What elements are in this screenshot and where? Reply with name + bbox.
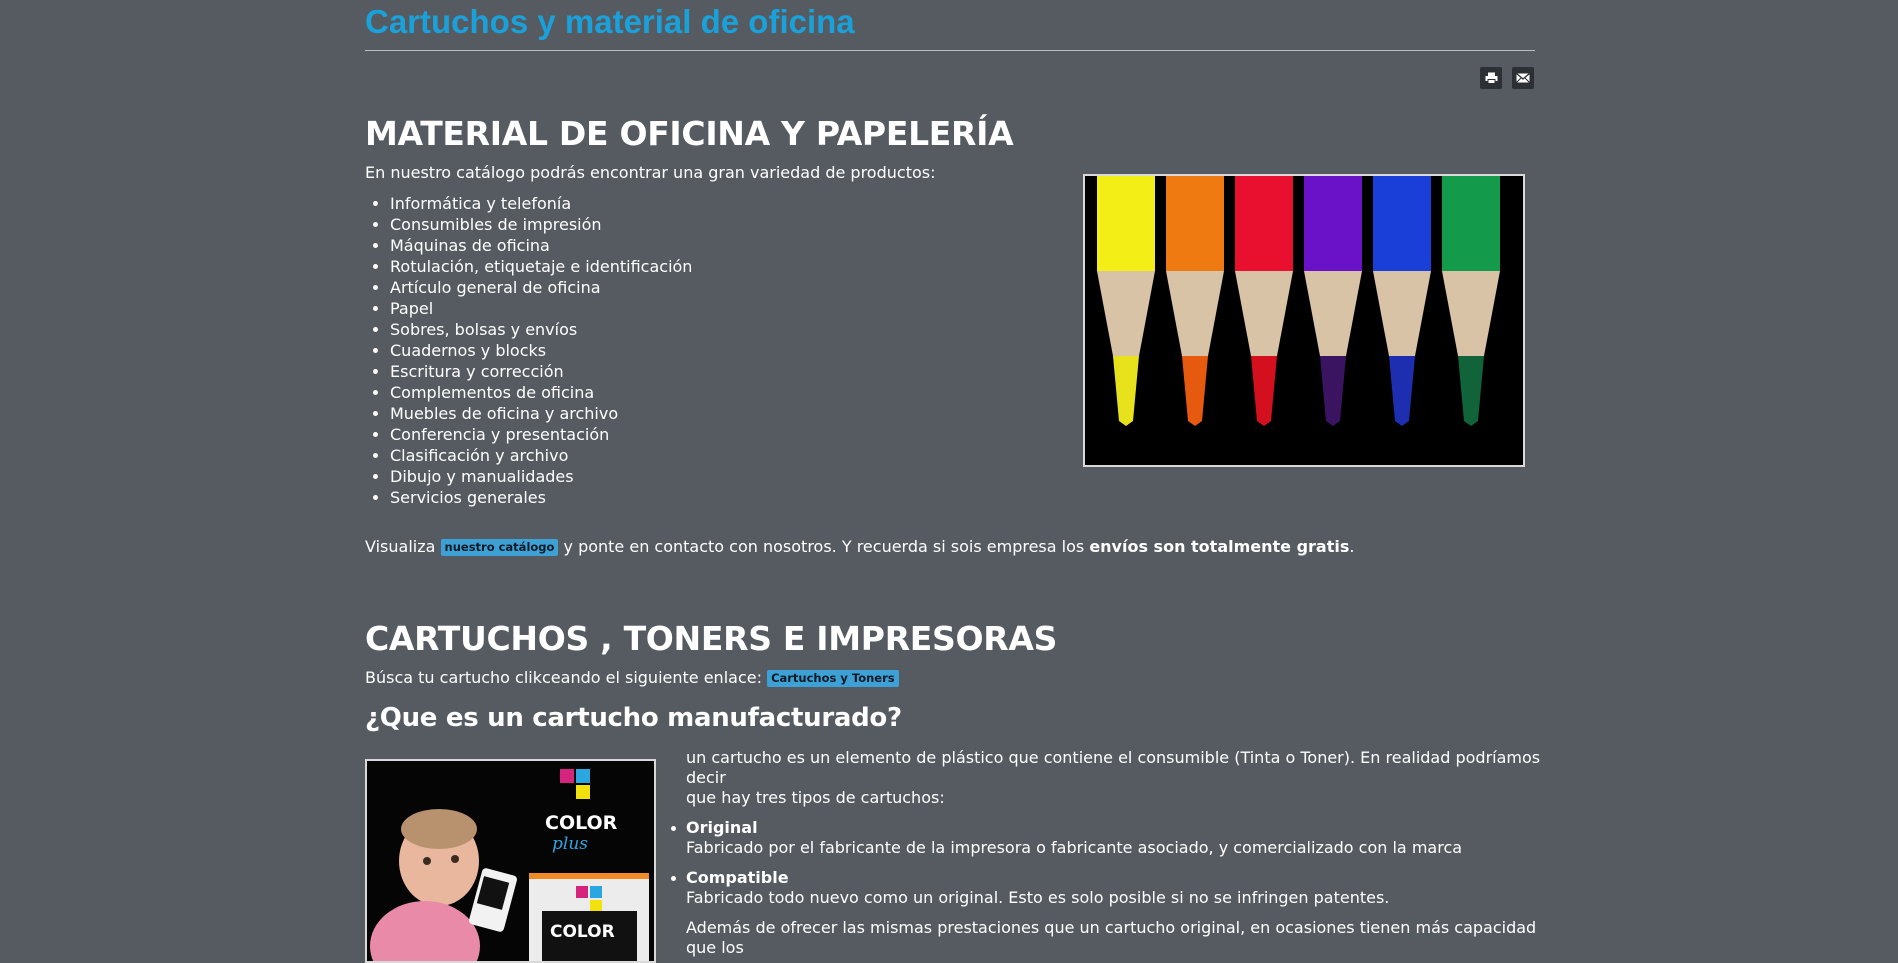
page-title: Cartuchos y material de oficina (365, 3, 855, 40)
cta-middle: y ponte en contacto con nosotros. Y recu… (563, 537, 1085, 556)
brand-script: plus (552, 834, 588, 854)
pencil-body (1442, 176, 1500, 271)
pencil-body (1373, 176, 1431, 271)
product-category-item: Consumibles de impresión (390, 214, 692, 235)
cartridge-intro-line-2: que hay tres tipos de cartuchos: (686, 788, 945, 807)
product-category-item: Clasificación y archivo (390, 445, 692, 466)
cartuchos-toners-link[interactable]: Cartuchos y Toners (767, 670, 899, 687)
color-pencils-image (1083, 174, 1525, 467)
product-category-list: Informática y telefoníaConsumibles de im… (365, 193, 692, 508)
manufactured-cartridge-heading: ¿Que es un cartucho manufacturado? (365, 703, 902, 733)
catalog-link[interactable]: nuestro catálogo (440, 539, 559, 556)
cartridge-intro-line-1: un cartucho es un elemento de plástico q… (686, 748, 1541, 787)
product-category-item: Informática y telefonía (390, 193, 692, 214)
pencil-body (1166, 176, 1224, 271)
type-original-desc: Fabricado por el fabricante de la impres… (686, 838, 1463, 857)
product-category-item: Papel (390, 298, 692, 319)
product-category-item: Muebles de oficina y archivo (390, 403, 692, 424)
product-category-item: Artículo general de oficina (390, 277, 692, 298)
catalog-intro: En nuestro catálogo podrás encontrar una… (365, 163, 936, 182)
cartridge-types: un cartucho es un elemento de plástico q… (671, 748, 1546, 958)
print-icon (1485, 72, 1497, 84)
cta-prefix: Visualiza (365, 537, 436, 556)
search-prefix: Búsca tu cartucho clikceando el siguient… (365, 668, 762, 687)
catalog-cta: Visualiza nuestro catálogo y ponte en co… (365, 537, 1354, 557)
product-category-item: Dibujo y manualidades (390, 466, 692, 487)
product-category-item: Servicios generales (390, 487, 692, 508)
product-category-item: Conferencia y presentación (390, 424, 692, 445)
product-category-item: Rotulación, etiquetaje e identificación (390, 256, 692, 277)
type-compatible-desc: Fabricado todo nuevo como un original. E… (686, 888, 1390, 907)
brand-text: COLOR (545, 812, 618, 834)
product-category-item: Máquinas de oficina (390, 235, 692, 256)
cta-free-shipping: envíos son totalmente gratis (1089, 537, 1350, 556)
pencil-body (1235, 176, 1293, 271)
product-category-item: Escritura y corrección (390, 361, 692, 382)
email-button[interactable] (1512, 67, 1534, 89)
email-icon (1516, 73, 1530, 83)
product-category-item: Complementos de oficina (390, 382, 692, 403)
cartridge-extra: Además de ofrecer las mismas prestacione… (686, 918, 1537, 957)
cartuchos-heading: CARTUCHOS , TONERS E IMPRESORAS (365, 619, 1058, 658)
title-divider (365, 50, 1535, 51)
product-category-item: Cuadernos y blocks (390, 340, 692, 361)
material-heading: MATERIAL DE OFICINA Y PAPELERÍA (365, 114, 1014, 153)
box-text: COLOR (550, 922, 615, 942)
type-compatible-name: Compatible (686, 868, 789, 887)
product-category-item: Sobres, bolsas y envíos (390, 319, 692, 340)
print-button[interactable] (1480, 67, 1502, 89)
pencil-body (1304, 176, 1362, 271)
color-plus-image: COLOR plus COLOR (365, 759, 656, 963)
cartridge-search-text: Búsca tu cartucho clikceando el siguient… (365, 668, 899, 688)
type-compatible: Compatible Fabricado todo nuevo como un … (671, 868, 1546, 908)
pencil-body (1097, 176, 1155, 271)
cartridge-type-list: Original Fabricado por el fabricante de … (671, 818, 1546, 908)
cta-end: . (1349, 537, 1355, 556)
type-original-name: Original (686, 818, 758, 837)
type-original: Original Fabricado por el fabricante de … (671, 818, 1546, 858)
